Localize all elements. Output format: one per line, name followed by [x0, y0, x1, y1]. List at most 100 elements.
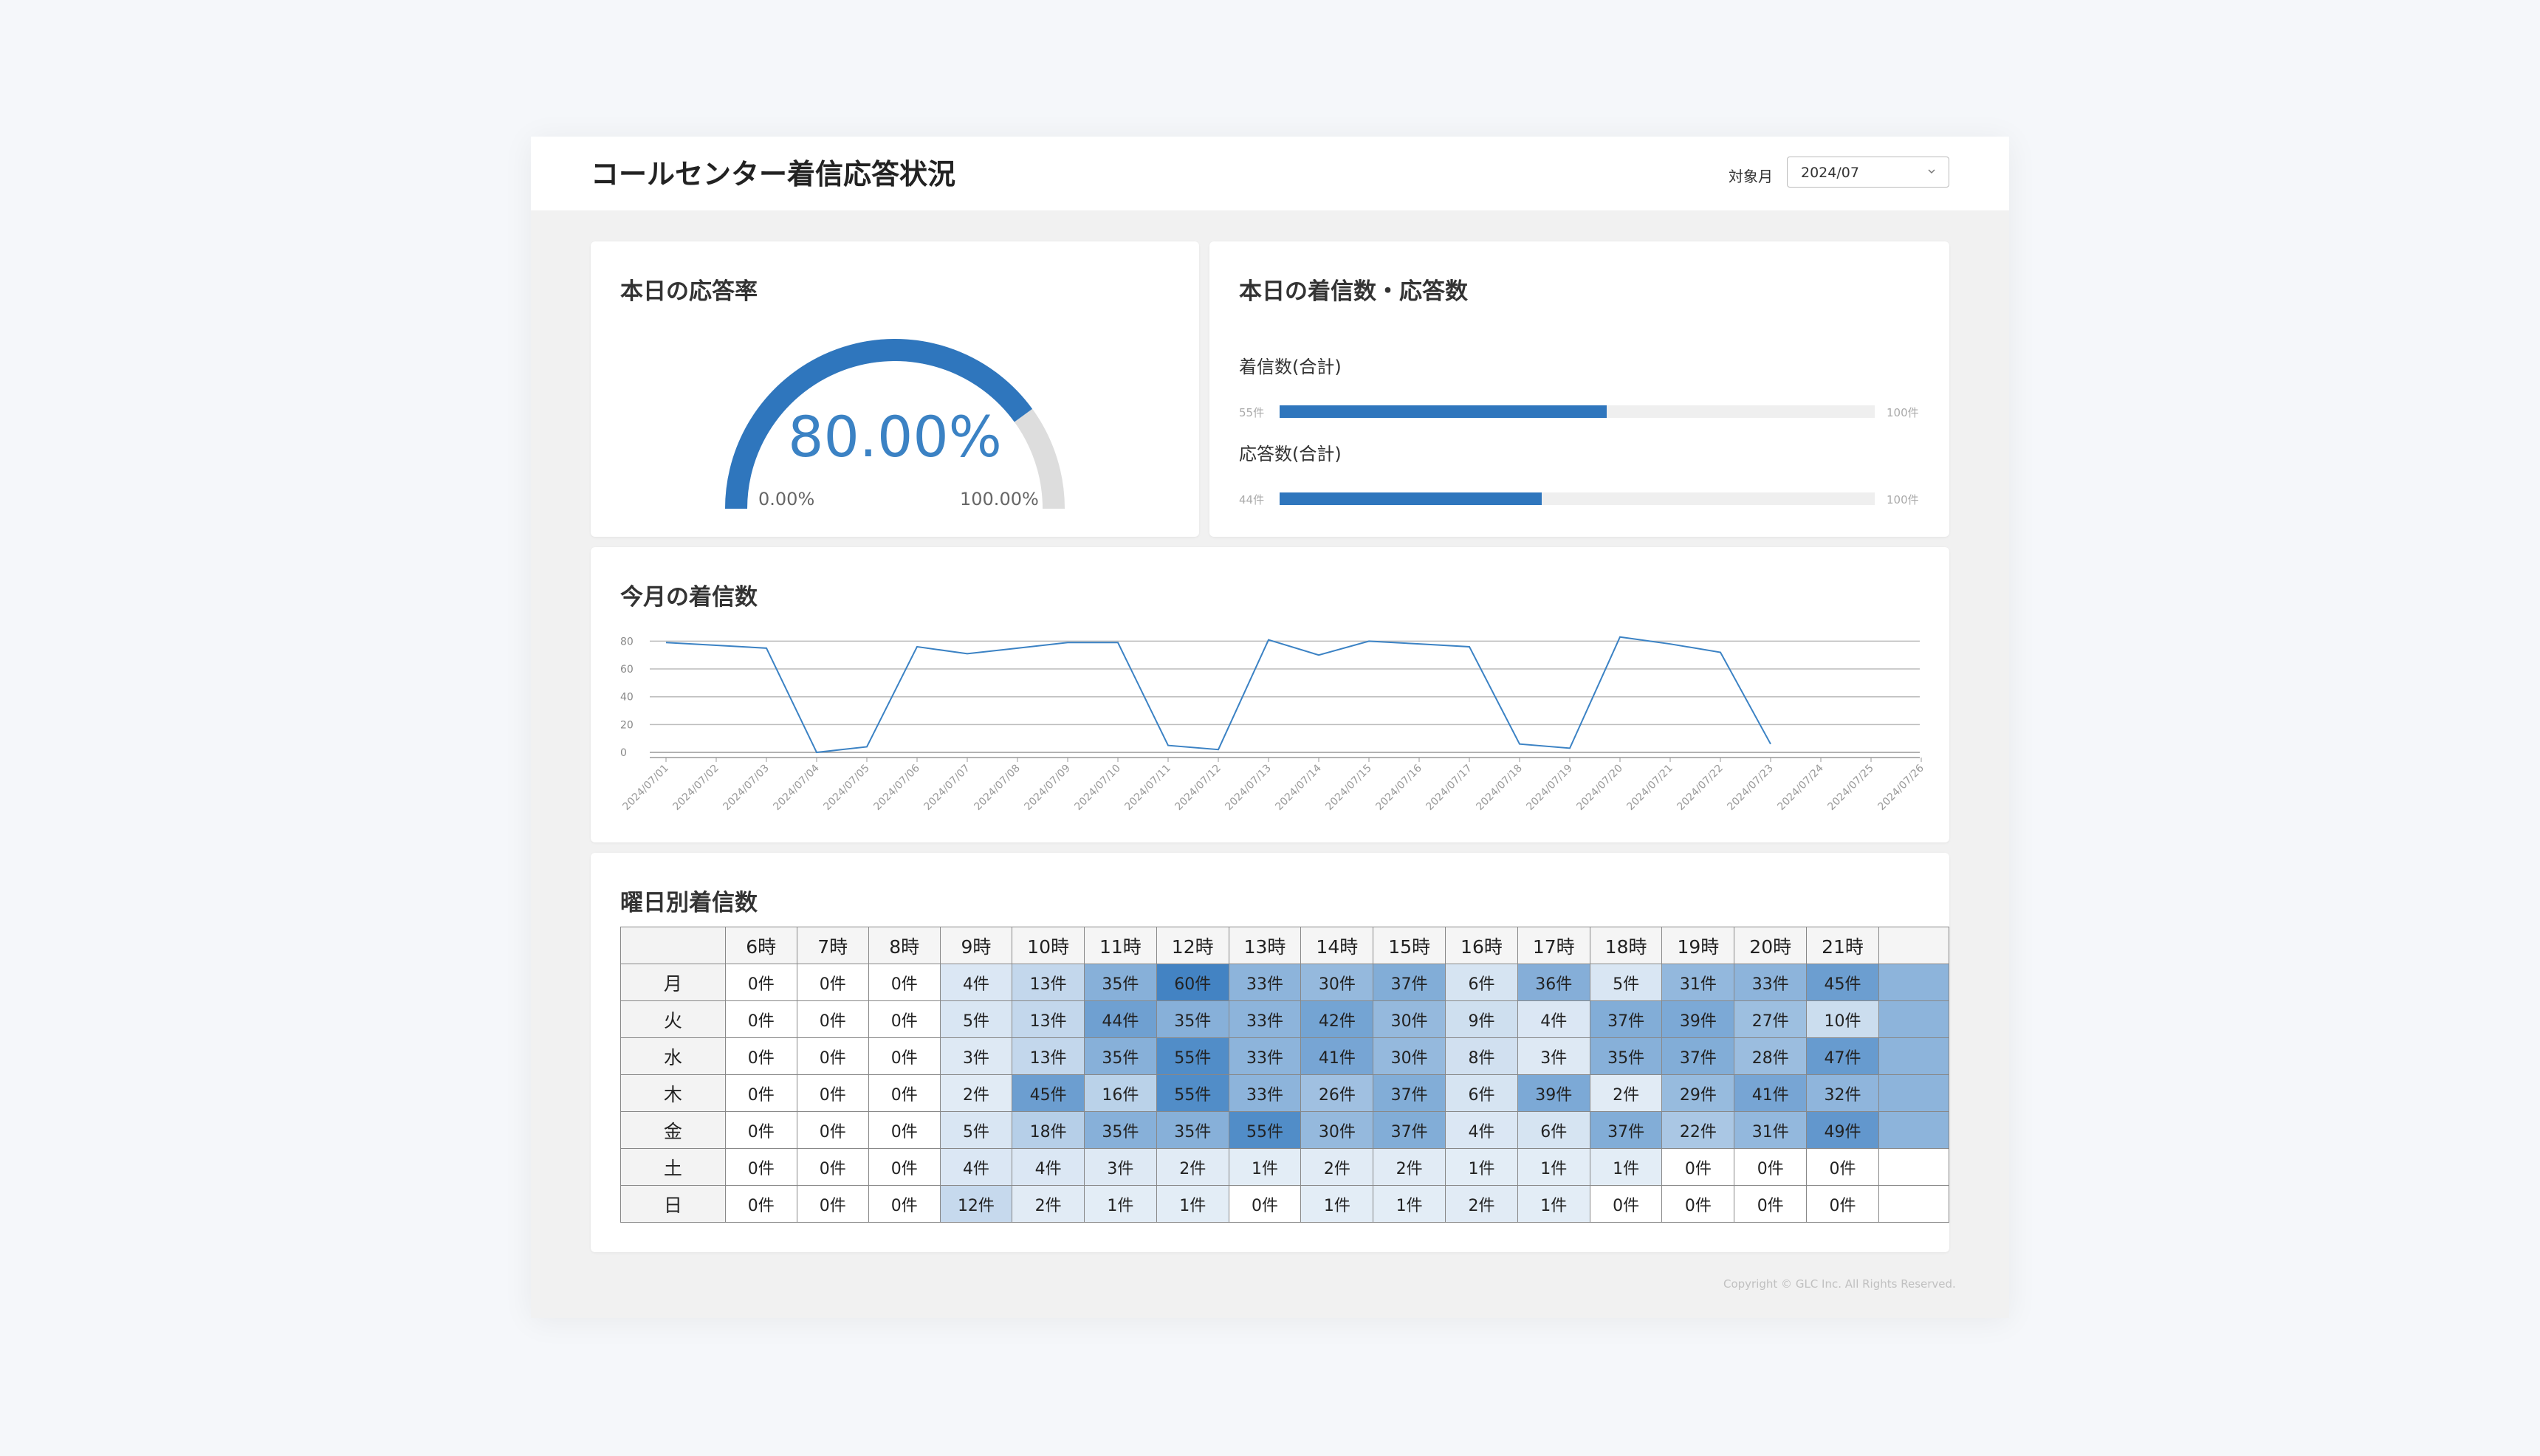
heatmap-cell: 44件	[1083, 1000, 1157, 1038]
heatmap-cell: 0件	[724, 1074, 797, 1112]
heatmap-cell: 45件	[1806, 964, 1879, 1001]
heatmap-cell: 6件	[1445, 964, 1518, 1001]
heatmap-cell: 39件	[1661, 1000, 1735, 1038]
x-tick-label: 2024/07/16	[1373, 762, 1424, 812]
x-tick-label: 2024/07/11	[1122, 763, 1173, 813]
heatmap-cell: 45件	[1012, 1074, 1085, 1112]
heatmap-cell: 0件	[796, 1074, 869, 1112]
day-header: 水	[620, 1037, 726, 1075]
heatmap-cell: 0件	[724, 1148, 797, 1186]
heatmap-cell: 5件	[1589, 964, 1663, 1001]
x-tick-label: 2024/07/14	[1273, 762, 1323, 812]
heatmap-table: 6時 7時 8時 9時 10時 11時 12時 13時 14時 15時 16時 17時 18時 19時 20…	[620, 927, 1949, 1223]
y-tick-label: 20	[620, 719, 634, 731]
heatmap-cell: 12件	[939, 1185, 1013, 1223]
heatmap-cell: 0件	[796, 1000, 869, 1038]
response-rate-value: 80.00%	[788, 404, 1002, 470]
heatmap-cell: 1件	[1083, 1185, 1157, 1223]
dashboard-frame: コールセンター着信応答状況 対象月 2024/07 本日の応答率 80.00% …	[531, 137, 2009, 1318]
table-row: 水 0件 0件 0件 3件 13件 35件 55件 33件 41件 30件 8件 3件 35件 37件 28件…	[620, 1037, 1949, 1075]
heatmap-cell: 2件	[1156, 1148, 1229, 1186]
hour-header: 10時	[1012, 927, 1085, 964]
heatmap-cell: 9件	[1445, 1000, 1518, 1038]
heatmap-cell: 41件	[1300, 1037, 1374, 1075]
answered-bar-value: 44件	[1239, 493, 1265, 506]
heatmap-cell: 2件	[939, 1074, 1013, 1112]
x-tick-label: 2024/07/22	[1675, 763, 1725, 813]
x-tick-label: 2024/07/10	[1072, 763, 1122, 813]
hour-header: 12時	[1156, 927, 1229, 964]
heatmap-cell: 2件	[1445, 1185, 1518, 1223]
heatmap-cell: 30件	[1373, 1037, 1446, 1075]
hour-header: 16時	[1445, 927, 1518, 964]
heatmap-cell: 0件	[868, 1111, 941, 1149]
answered-bar-fill	[1280, 492, 1542, 505]
x-tick-label: 2024/07/13	[1223, 763, 1273, 813]
heatmap-cell: 0件	[1734, 1185, 1808, 1223]
heatmap-cell: 37件	[1589, 1000, 1663, 1038]
hour-header: 17時	[1517, 927, 1590, 964]
heatmap-cell: 0件	[724, 1000, 797, 1038]
answered-bar-label: 応答数(合計)	[1239, 444, 1342, 464]
month-select[interactable]: 2024/07	[1787, 157, 1949, 188]
heatmap-cell: 1件	[1517, 1185, 1590, 1223]
table-row: 金 0件 0件 0件 5件 18件 35件 35件 55件 30件 37件 4件 6件 37件 22件 31件…	[620, 1111, 1949, 1149]
heatmap-cell: 0件	[1806, 1148, 1879, 1186]
heatmap-cell: 1件	[1517, 1148, 1590, 1186]
heatmap-cell: 30件	[1300, 964, 1374, 1001]
overflow-cell	[1878, 964, 1949, 1001]
heatmap-cell: 2件	[1589, 1074, 1663, 1112]
heatmap-cell: 0件	[724, 1185, 797, 1223]
heatmap-cell: 37件	[1661, 1037, 1735, 1075]
heatmap-cell: 37件	[1373, 1074, 1446, 1112]
incoming-bar-value: 55件	[1239, 406, 1265, 419]
x-tick-label: 2024/07/09	[1022, 763, 1072, 813]
x-tick-label: 2024/07/18	[1474, 763, 1524, 813]
heatmap-cell: 18件	[1012, 1111, 1085, 1149]
x-tick-label: 2024/07/23	[1725, 763, 1775, 813]
heatmap-cell: 0件	[1661, 1185, 1735, 1223]
heatmap-cell: 0件	[1734, 1148, 1808, 1186]
page-title: コールセンター着信応答状況	[591, 158, 956, 190]
heatmap-cell: 4件	[939, 1148, 1013, 1186]
x-tick-label: 2024/07/03	[721, 763, 771, 813]
x-tick-label: 2024/07/12	[1173, 763, 1223, 813]
heatmap-cell: 8件	[1445, 1037, 1518, 1075]
x-tick-label: 2024/07/15	[1323, 763, 1373, 813]
overflow-cell	[1878, 1185, 1949, 1223]
heatmap-cell: 29件	[1661, 1074, 1735, 1112]
heatmap-cell: 3件	[939, 1037, 1013, 1075]
heatmap-cell: 42件	[1300, 1000, 1374, 1038]
heatmap-cell: 1件	[1445, 1148, 1518, 1186]
heatmap-cell: 0件	[1589, 1185, 1663, 1223]
heatmap-cell: 27件	[1734, 1000, 1808, 1038]
heatmap-cell: 0件	[796, 1111, 869, 1149]
heatmap-cell: 26件	[1300, 1074, 1374, 1112]
heatmap-cell: 3件	[1517, 1037, 1590, 1075]
day-header: 木	[620, 1074, 726, 1112]
heatmap-cell: 33件	[1734, 964, 1808, 1001]
day-header: 日	[620, 1185, 726, 1223]
incoming-bar-track	[1280, 405, 1875, 418]
heatmap-cell: 30件	[1373, 1000, 1446, 1038]
heatmap-scroll-area[interactable]: 6時 7時 8時 9時 10時 11時 12時 13時 14時 15時 16時 17時 18時 19時 20…	[620, 927, 1949, 1229]
heatmap-cell: 35件	[1083, 964, 1157, 1001]
table-row: 火 0件 0件 0件 5件 13件 44件 35件 33件 42件 30件 9件 4件 37件 39件 27件…	[620, 1000, 1949, 1038]
heatmap-cell: 13件	[1012, 1000, 1085, 1038]
x-tick-label: 2024/07/17	[1424, 763, 1474, 813]
heatmap-cell: 0件	[868, 1037, 941, 1075]
heatmap-cell: 2件	[1373, 1148, 1446, 1186]
heatmap-cell: 0件	[868, 1074, 941, 1112]
x-tick-label: 2024/07/21	[1624, 763, 1675, 813]
heatmap-cell: 32件	[1806, 1074, 1879, 1112]
hour-header: 14時	[1300, 927, 1374, 964]
y-tick-label: 0	[620, 747, 627, 759]
hour-header: 11時	[1083, 927, 1157, 964]
month-label: 対象月	[1729, 168, 1773, 185]
counts-card: 本日の着信数・応答数 着信数(合計) 55件 100件 応答数(合計) 44件 …	[1209, 241, 1949, 537]
hour-header: 9時	[939, 927, 1013, 964]
table-row: 土 0件 0件 0件 4件 4件 3件 2件 1件 2件 2件 1件 1件 1件 0件 0件 0件	[620, 1148, 1949, 1186]
heatmap-cell: 5件	[939, 1000, 1013, 1038]
table-row: 木 0件 0件 0件 2件 45件 16件 55件 33件 26件 37件 6件 39件 2件 29件 41件…	[620, 1074, 1949, 1112]
heatmap-cell: 35件	[1083, 1111, 1157, 1149]
